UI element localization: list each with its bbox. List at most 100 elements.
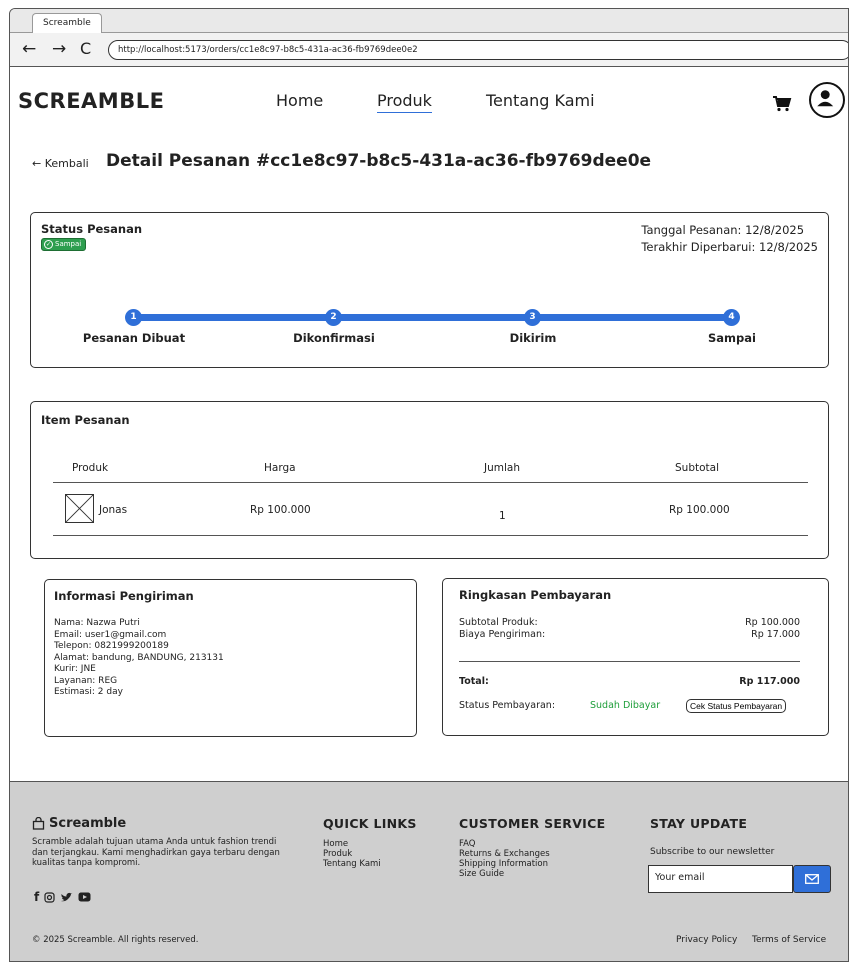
customer-service-list: FAQ Returns & Exchanges Shipping Informa… [459,839,550,879]
step-1-label: Pesanan Dibuat [82,331,186,345]
payment-status-label: Status Pembayaran: [459,700,556,711]
url-field[interactable]: http://localhost:5173/orders/cc1e8c97-b8… [108,40,848,60]
order-items-card: Item Pesanan Produk Harga Jumlah Subtota… [30,401,829,559]
col-produk: Produk [72,462,109,474]
total-value: Rp 117.000 [739,676,800,687]
quick-links-list: Home Produk Tentang Kami [323,839,381,869]
copyright: © 2025 Screamble. All rights reserved. [32,935,199,945]
order-date: Tanggal Pesanan: 12/8/2025 [641,223,805,237]
footer-description: Scramble adalah tujuan utama Anda untuk … [32,837,280,868]
site-footer: Screamble Scramble adalah tujuan utama A… [10,781,848,961]
total-row: Total: Rp 117.000 [459,676,800,687]
footer-brand: Screamble [32,816,126,831]
product-image-placeholder-icon [65,494,94,523]
order-dates: Tanggal Pesanan: 12/8/2025 Terakhir Dipe… [641,222,818,256]
item-product-name: Jonas [99,504,128,516]
nav-produk[interactable]: Produk [377,91,432,113]
payment-status-value: Sudah Dibayar [590,700,661,711]
subtotal-label: Subtotal Produk: [459,617,538,628]
subtotal-row: Subtotal Produk: Rp 100.000 [459,617,800,628]
quick-links-heading: QUICK LINKS [323,816,417,831]
browser-window: Screamble ← → C http://localhost:5173/or… [9,8,849,962]
order-status-card: Status Pesanan ✓ Sampai Tanggal Pesanan:… [30,212,829,368]
payment-heading: Ringkasan Pembayaran [459,588,612,602]
status-heading: Status Pesanan [41,222,143,236]
shipping-info-card: Informasi Pengiriman Nama: Nazwa Putri E… [44,579,417,737]
status-badge-label: Sampai [55,240,82,248]
total-label: Total: [459,676,489,687]
newsletter-email-input[interactable]: Your email [648,865,793,893]
shipping-heading: Informasi Pengiriman [54,589,194,603]
footer-link-shipping-info[interactable]: Shipping Information [459,859,550,869]
check-payment-status-button[interactable]: Cek Status Pembayaran [686,699,787,713]
step-2-marker: 2 [325,309,342,326]
footer-link-tentang-kami[interactable]: Tentang Kami [323,859,381,869]
customer-service-heading: CUSTOMER SERVICE [459,816,606,831]
site-header: SCREAMBLE Home Produk Tentang Kami [10,69,848,131]
instagram-icon[interactable] [44,891,55,903]
footer-link-returns[interactable]: Returns & Exchanges [459,849,550,859]
table-bottom-divider [53,535,808,536]
ship-name: Nama: Nazwa Putri [54,618,140,628]
progress-track [131,314,732,321]
step-4-label: Sampai [708,331,756,345]
items-heading: Item Pesanan [41,413,130,427]
twitter-icon[interactable] [60,892,73,903]
newsletter-submit-button[interactable] [793,865,831,893]
item-subtotal: Rp 100.000 [669,504,730,516]
back-link[interactable]: ← Kembali [32,157,89,170]
tab-bar: Screamble [10,9,848,33]
col-jumlah: Jumlah [484,462,520,474]
page-title: Detail Pesanan #cc1e8c97-b8c5-431a-ac36-… [106,151,652,171]
user-avatar-icon[interactable] [809,82,845,118]
ship-service: Layanan: REG [54,675,118,686]
site-logo[interactable]: SCREAMBLE [18,89,164,113]
step-3-label: Dikirim [509,331,557,345]
item-price: Rp 100.000 [250,504,311,516]
nav-tentang-kami[interactable]: Tentang Kami [486,91,595,110]
browser-tab[interactable]: Screamble [32,13,102,33]
footer-link-produk[interactable]: Produk [323,849,381,859]
forward-arrow-icon[interactable]: → [52,39,66,59]
step-3-marker: 3 [524,309,541,326]
mail-icon [805,874,819,884]
shipping-cost-row: Biaya Pengiriman: Rp 17.000 [459,629,800,640]
youtube-icon[interactable] [78,892,91,902]
step-1-marker: 1 [125,309,142,326]
check-circle-icon: ✓ [44,240,53,249]
payment-divider [459,661,800,662]
footer-link-faq[interactable]: FAQ [459,839,550,849]
step-2-label: Dikonfirmasi [293,331,375,345]
footer-link-size-guide[interactable]: Size Guide [459,869,550,879]
facebook-icon[interactable]: f [34,890,39,904]
payment-summary-card: Ringkasan Pembayaran Subtotal Produk: Rp… [442,578,829,736]
shipping-cost-value: Rp 17.000 [751,629,800,640]
ship-phone: Telepon: 0821999200189 [54,641,169,651]
item-qty: 1 [499,510,506,522]
social-links: f [34,890,91,904]
newsletter-text: Subscribe to our newsletter [650,847,775,857]
terms-of-service-link[interactable]: Terms of Service [752,935,826,945]
status-badge: ✓ Sampai [41,238,87,251]
ship-email: Email: user1@gmail.com [54,629,167,640]
back-arrow-icon[interactable]: ← [22,39,36,59]
last-updated: Terakhir Diperbarui: 12/8/2025 [641,240,818,254]
shopping-bag-icon [32,817,45,830]
ship-estimate: Estimasi: 2 day [54,687,123,697]
subtotal-value: Rp 100.000 [745,617,800,628]
privacy-policy-link[interactable]: Privacy Policy [676,935,737,945]
ship-address: Alamat: bandung, BANDUNG, 213131 [54,652,224,663]
cart-icon[interactable] [772,93,792,113]
page: SCREAMBLE Home Produk Tentang Kami ← Kem… [10,69,848,961]
nav-home[interactable]: Home [276,91,323,110]
stay-update-heading: STAY UPDATE [650,816,748,831]
footer-link-home[interactable]: Home [323,839,381,849]
table-header-divider [53,482,808,483]
shipping-cost-label: Biaya Pengiriman: [459,629,546,640]
footer-brand-name: Screamble [49,816,127,831]
reload-icon[interactable]: C [80,39,91,59]
address-bar: ← → C http://localhost:5173/orders/cc1e8… [10,33,848,67]
step-4-marker: 4 [723,309,740,326]
col-harga: Harga [264,462,296,474]
col-subtotal: Subtotal [675,462,719,474]
